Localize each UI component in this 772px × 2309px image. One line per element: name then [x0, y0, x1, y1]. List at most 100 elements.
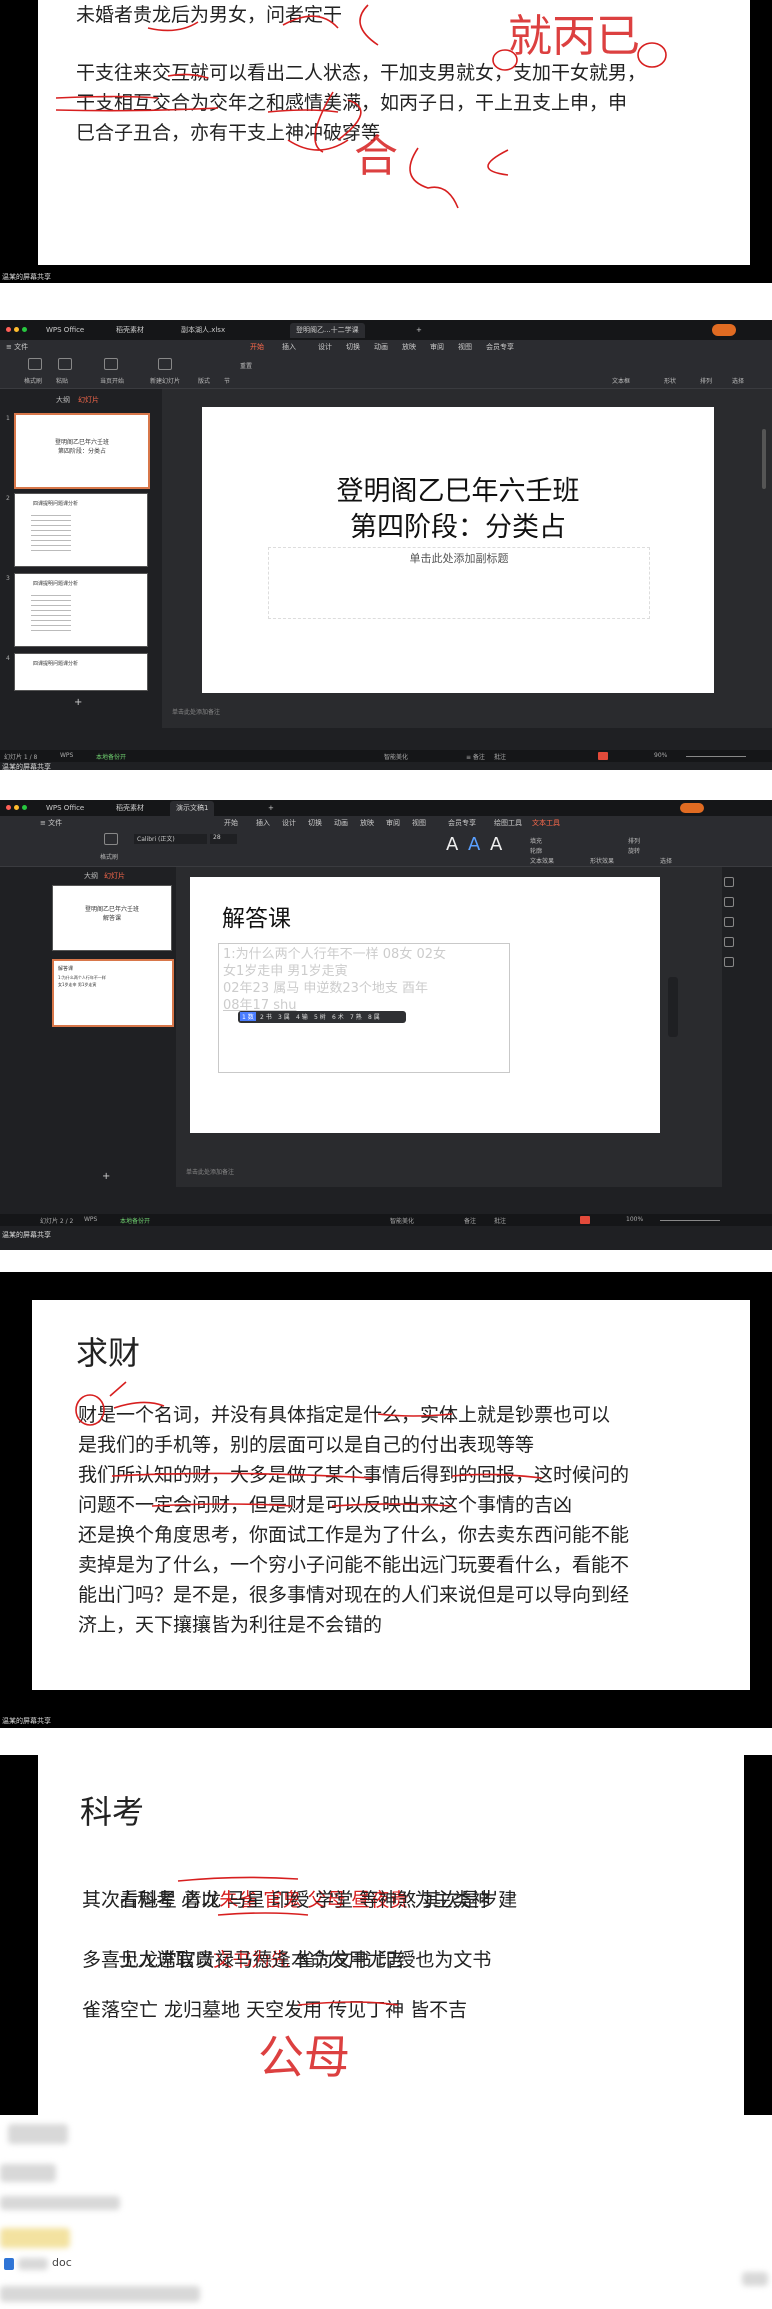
- slide-thumbnail[interactable]: 解答课 1:为什么两个人行年不一样 女1岁走申 男1岁走寅: [52, 959, 174, 1027]
- tab-slides[interactable]: 幻灯片: [104, 871, 125, 881]
- sidebar-tool-icon[interactable]: [724, 897, 734, 907]
- slide-canvas[interactable]: 登明阁乙巳年六壬班 第四阶段：分类占 单击此处添加副标题: [202, 407, 714, 693]
- font-name-select[interactable]: Calibri (正文): [134, 834, 207, 844]
- slide-title[interactable]: 登明阁乙巳年六壬班: [202, 469, 714, 508]
- ime-candidate[interactable]: 8 属: [368, 1012, 380, 1021]
- doc-icon[interactable]: [4, 2258, 14, 2270]
- zoom-slider[interactable]: [660, 1220, 720, 1221]
- tab-wps-office[interactable]: WPS Office: [40, 323, 90, 338]
- menu-animation[interactable]: 动画: [374, 342, 388, 352]
- slideshow-icon[interactable]: [598, 752, 608, 760]
- notes-placeholder[interactable]: 单击此处添加备注: [186, 1167, 234, 1176]
- tab-daoke[interactable]: 稻壳素材: [110, 801, 150, 816]
- new-tab-button[interactable]: +: [262, 801, 280, 816]
- close-dot[interactable]: [6, 805, 11, 810]
- minimize-dot[interactable]: [14, 327, 19, 332]
- text-style-a-blue-icon[interactable]: A: [468, 834, 480, 855]
- menu-drawing-tools[interactable]: 绘图工具: [494, 818, 522, 828]
- menu-design[interactable]: 设计: [282, 818, 296, 828]
- right-sidebar: [722, 867, 740, 1187]
- format-painter-icon[interactable]: [104, 833, 118, 845]
- menu-insert[interactable]: 插入: [256, 818, 270, 828]
- ime-candidate[interactable]: 3 属: [278, 1012, 290, 1021]
- menu-member[interactable]: 会员专享: [486, 342, 514, 352]
- slide-thumbnail[interactable]: 登明阁乙巳年六壬班 解答课: [52, 885, 172, 951]
- slideshow-icon[interactable]: [580, 1216, 590, 1224]
- menu-view[interactable]: 视图: [458, 342, 472, 352]
- menu-design[interactable]: 设计: [318, 342, 332, 352]
- tab-wps-office[interactable]: WPS Office: [40, 801, 90, 816]
- text-box[interactable]: 1:为什么两个人行年不一样 08女 02女 女1岁走申 男1岁走寅 02年23 …: [218, 943, 510, 1073]
- slide-thumbnail[interactable]: 登明阁乙巳年六壬班 第四阶段：分类占: [14, 413, 150, 489]
- zoom-dot[interactable]: [22, 805, 27, 810]
- menu-transition[interactable]: 切换: [346, 342, 360, 352]
- new-tab-button[interactable]: +: [410, 323, 428, 338]
- slide-thumbnail[interactable]: 四课提明问题课分析: [14, 573, 148, 647]
- sidebar-tool-icon[interactable]: [724, 917, 734, 927]
- float-toolbar[interactable]: [668, 977, 678, 1037]
- menu-animation[interactable]: 动画: [334, 818, 348, 828]
- notes-toggle[interactable]: ≡ 备注: [466, 752, 485, 761]
- menu-file[interactable]: ≡ 文件: [40, 818, 62, 828]
- font-size-select[interactable]: 28: [210, 834, 237, 844]
- slide-canvas[interactable]: 解答课 1:为什么两个人行年不一样 08女 02女 女1岁走申 男1岁走寅 02…: [190, 877, 660, 1133]
- backup-status[interactable]: 本地备份开: [120, 1216, 150, 1225]
- menu-home[interactable]: 开始: [250, 342, 264, 352]
- menu-review[interactable]: 审阅: [430, 342, 444, 352]
- zoom-dot[interactable]: [22, 327, 27, 332]
- ime-candidate[interactable]: 2 书: [260, 1012, 272, 1021]
- tab-slides[interactable]: 幻灯片: [78, 395, 99, 405]
- menu-review[interactable]: 审阅: [386, 818, 400, 828]
- smart-beautify-button[interactable]: 智能美化: [384, 752, 408, 761]
- add-slide-icon[interactable]: +: [74, 697, 82, 708]
- menu-transition[interactable]: 切换: [308, 818, 322, 828]
- tab-outline[interactable]: 大纲: [84, 871, 98, 881]
- ime-candidate[interactable]: 4 输: [296, 1012, 308, 1021]
- menu-file[interactable]: ≡ 文件: [6, 342, 28, 352]
- login-button[interactable]: [680, 803, 704, 813]
- ime-candidate[interactable]: 7 熟: [350, 1012, 362, 1021]
- comments-toggle[interactable]: 批注: [494, 752, 506, 761]
- close-dot[interactable]: [6, 327, 11, 332]
- tab-presentation[interactable]: 演示文稿1: [170, 801, 215, 816]
- vertical-scrollbar[interactable]: [762, 429, 766, 489]
- smart-beautify-button[interactable]: 智能美化: [390, 1216, 414, 1225]
- comments-toggle[interactable]: 批注: [494, 1216, 506, 1225]
- menu-view[interactable]: 视图: [412, 818, 426, 828]
- login-button[interactable]: [712, 324, 736, 336]
- slide-thumbnail[interactable]: 四课提明问题课分析: [14, 493, 148, 567]
- text-style-a-icon[interactable]: A: [446, 834, 458, 855]
- ime-candidate[interactable]: 1 数: [240, 1012, 256, 1021]
- menu-text-tools[interactable]: 文本工具: [532, 818, 560, 828]
- menu-slideshow[interactable]: 放映: [402, 342, 416, 352]
- slide-subtitle[interactable]: 第四阶段：分类占: [202, 505, 714, 544]
- menu-insert[interactable]: 插入: [282, 342, 296, 352]
- menu-slideshow[interactable]: 放映: [360, 818, 374, 828]
- menu-member[interactable]: 会员专享: [448, 818, 476, 828]
- slide-thumbnail[interactable]: 四课提明问题课分析: [14, 653, 148, 691]
- sidebar-tool-icon[interactable]: [724, 877, 734, 887]
- slide-title[interactable]: 解答课: [222, 899, 291, 933]
- notes-placeholder[interactable]: 单击此处添加备注: [172, 707, 220, 716]
- ime-candidate[interactable]: 6 术: [332, 1012, 344, 1021]
- backup-status[interactable]: 本地备份开: [96, 752, 126, 761]
- sidebar-tool-icon[interactable]: [724, 957, 734, 967]
- tab-presentation[interactable]: 登明阁乙...十二学课: [290, 323, 365, 338]
- ime-candidate[interactable]: 5 树: [314, 1012, 326, 1021]
- play-from-current-icon[interactable]: [104, 358, 118, 370]
- zoom-slider[interactable]: [686, 756, 746, 757]
- paste-icon[interactable]: [58, 358, 72, 370]
- doc-label[interactable]: doc: [52, 2256, 72, 2269]
- tab-daoke[interactable]: 稻壳素材: [110, 323, 150, 338]
- tab-outline[interactable]: 大纲: [56, 395, 70, 405]
- minimize-dot[interactable]: [14, 805, 19, 810]
- format-painter-icon[interactable]: [28, 358, 42, 370]
- tab-xlsx[interactable]: 副本湖人.xlsx: [175, 323, 231, 338]
- new-slide-icon[interactable]: [158, 358, 172, 370]
- sidebar-tool-icon[interactable]: [724, 937, 734, 947]
- text-style-a-outline-icon[interactable]: A: [490, 834, 502, 855]
- menu-home[interactable]: 开始: [224, 818, 238, 828]
- notes-toggle[interactable]: 备注: [464, 1216, 476, 1225]
- add-slide-icon[interactable]: +: [102, 1171, 110, 1182]
- subtitle-placeholder[interactable]: 单击此处添加副标题: [268, 547, 650, 619]
